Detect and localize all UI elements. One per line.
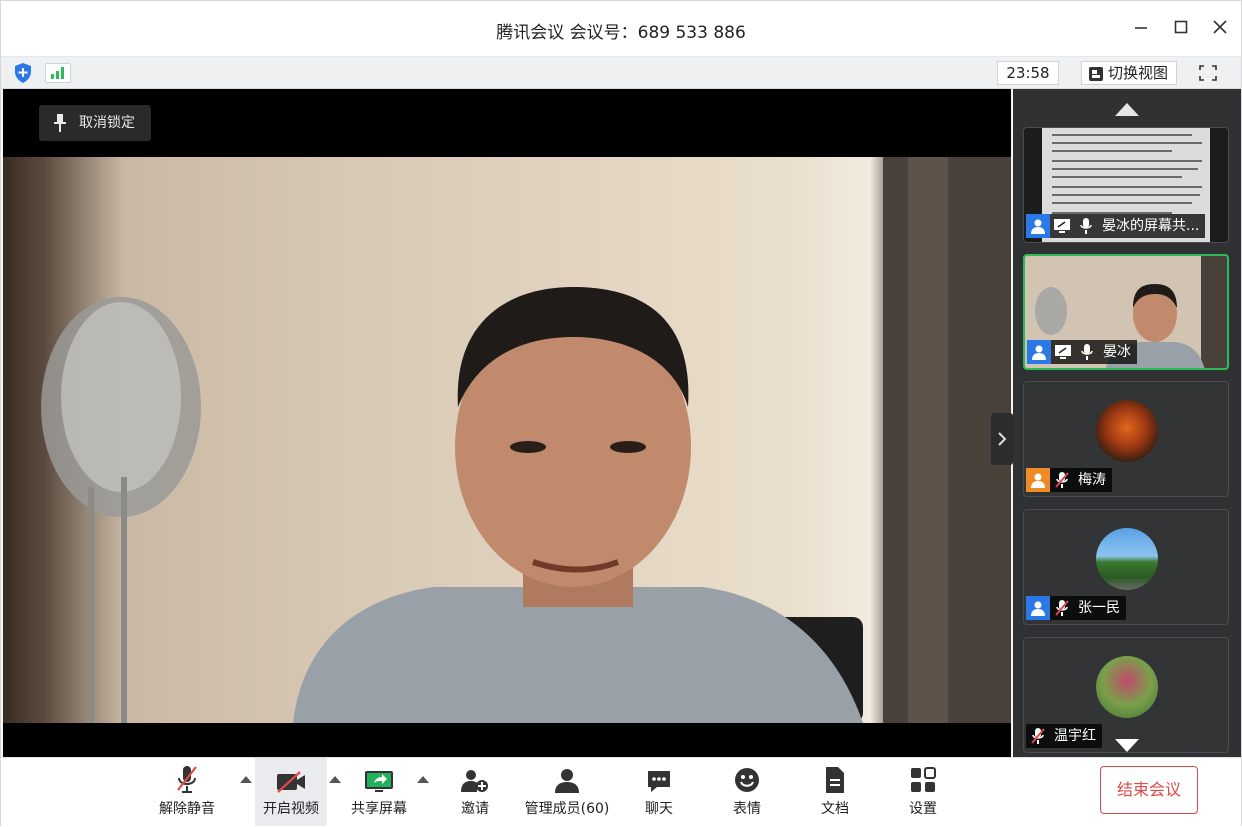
participant-tile[interactable]: 张一民: [1023, 509, 1229, 625]
switch-view-button[interactable]: 切换视图: [1081, 61, 1177, 85]
switch-view-icon: [1089, 67, 1103, 81]
chevron-right-icon: [998, 432, 1007, 446]
emoji-button[interactable]: 表情: [717, 758, 777, 826]
microphone-icon: [1075, 340, 1099, 364]
chat-label: 聊天: [645, 801, 673, 817]
screen-share-icon: [1050, 214, 1074, 238]
participant-tile-active[interactable]: 晏冰: [1023, 254, 1229, 370]
microphone-muted-icon: [1050, 596, 1074, 620]
participant-name: 梅涛: [1078, 472, 1106, 488]
switch-view-label: 切换视图: [1108, 64, 1169, 82]
participant-namebar: 晏冰: [1027, 340, 1137, 364]
emoji-icon: [735, 768, 759, 792]
start-video-button[interactable]: 开启视频: [255, 758, 327, 826]
video-options-caret-icon[interactable]: [329, 776, 341, 783]
settings-label: 设置: [909, 801, 937, 817]
scroll-down-arrow-icon[interactable]: [1115, 739, 1139, 752]
emoji-label: 表情: [733, 801, 761, 817]
start-video-label: 开启视频: [263, 801, 319, 817]
close-button[interactable]: [1206, 15, 1234, 43]
maximize-icon: [1174, 20, 1188, 34]
manage-members-label: 管理成员(60): [524, 801, 610, 817]
user-icon: [1026, 468, 1050, 492]
minimize-button[interactable]: [1127, 15, 1155, 43]
settings-grid-icon: [911, 767, 936, 792]
fullscreen-icon[interactable]: [1195, 61, 1221, 85]
share-options-caret-icon[interactable]: [417, 776, 429, 783]
user-icon: [1027, 340, 1051, 364]
end-meeting-button[interactable]: 结束会议: [1100, 766, 1198, 814]
avatar: [1096, 528, 1158, 590]
screen-share-icon: [1051, 340, 1075, 364]
title-bar: 腾讯会议 会议号：689 533 886: [1, 1, 1241, 57]
collapse-sidebar-button[interactable]: [991, 413, 1013, 465]
pin-icon: [54, 114, 66, 132]
chat-button[interactable]: 聊天: [629, 758, 689, 826]
shield-icon[interactable]: [13, 62, 33, 84]
unpin-label: 取消锁定: [79, 115, 135, 131]
participant-tile[interactable]: 温宇红: [1023, 637, 1229, 753]
signal-icon[interactable]: [45, 63, 71, 83]
settings-button[interactable]: 设置: [893, 758, 953, 826]
participant-name: 温宇红: [1054, 728, 1096, 744]
invite-label: 邀请: [461, 801, 489, 817]
meeting-timer: 23:58: [997, 61, 1059, 85]
members-icon: [555, 769, 579, 793]
chat-icon: [648, 771, 670, 792]
share-screen-button[interactable]: 共享屏幕: [343, 758, 415, 826]
unmute-button[interactable]: 解除静音: [151, 758, 223, 826]
participant-name: 晏冰的屏幕共...: [1102, 218, 1200, 234]
participant-namebar: 张一民: [1026, 596, 1126, 620]
main-video-stage: 取消锁定: [3, 89, 1013, 757]
participant-tile[interactable]: 梅涛: [1023, 381, 1229, 497]
share-screen-label: 共享屏幕: [351, 801, 407, 817]
microphone-muted-icon: [177, 766, 197, 793]
minimize-icon: [1135, 27, 1147, 29]
documents-button[interactable]: 文档: [805, 758, 865, 826]
unmute-label: 解除静音: [159, 801, 215, 817]
window-title: 腾讯会议 会议号：689 533 886: [496, 23, 746, 43]
participant-name: 张一民: [1078, 600, 1120, 616]
documents-label: 文档: [821, 801, 849, 817]
microphone-muted-icon: [1050, 468, 1074, 492]
participant-namebar: 温宇红: [1026, 724, 1102, 748]
user-icon: [1026, 596, 1050, 620]
avatar: [1096, 400, 1158, 462]
share-screen-icon: [365, 771, 393, 792]
bottom-toolbar: 解除静音 开启视频 共享屏幕 邀请 管理成员(60) 聊天 表情 文档 设置: [1, 757, 1241, 827]
user-icon: [1026, 214, 1050, 238]
participant-sidebar: 晏冰的屏幕共... 晏冰 梅涛 张一民 温宇红: [1013, 89, 1241, 757]
participant-namebar: 晏冰的屏幕共...: [1026, 214, 1206, 238]
participant-tile[interactable]: 晏冰的屏幕共...: [1023, 127, 1229, 243]
speaker-video: [3, 157, 1011, 723]
microphone-muted-icon: [1026, 724, 1050, 748]
participant-namebar: 梅涛: [1026, 468, 1112, 492]
camera-off-icon: [277, 771, 305, 793]
speaker-video-frame: [41, 157, 1011, 723]
microphone-icon: [1074, 214, 1098, 238]
close-icon: [1213, 20, 1227, 34]
participant-name: 晏冰: [1103, 344, 1131, 360]
document-icon: [826, 767, 844, 793]
scroll-up-arrow-icon[interactable]: [1115, 103, 1139, 116]
meeting-window: 腾讯会议 会议号：689 533 886 23:58 切换视图 取消锁定 晏冰的…: [0, 0, 1242, 827]
manage-members-button[interactable]: 管理成员(60): [521, 758, 613, 826]
add-user-icon: [461, 770, 488, 792]
avatar: [1096, 656, 1158, 718]
unpin-button[interactable]: 取消锁定: [39, 105, 151, 141]
audio-options-caret-icon[interactable]: [240, 776, 252, 783]
maximize-button[interactable]: [1167, 15, 1195, 43]
invite-button[interactable]: 邀请: [443, 758, 507, 826]
